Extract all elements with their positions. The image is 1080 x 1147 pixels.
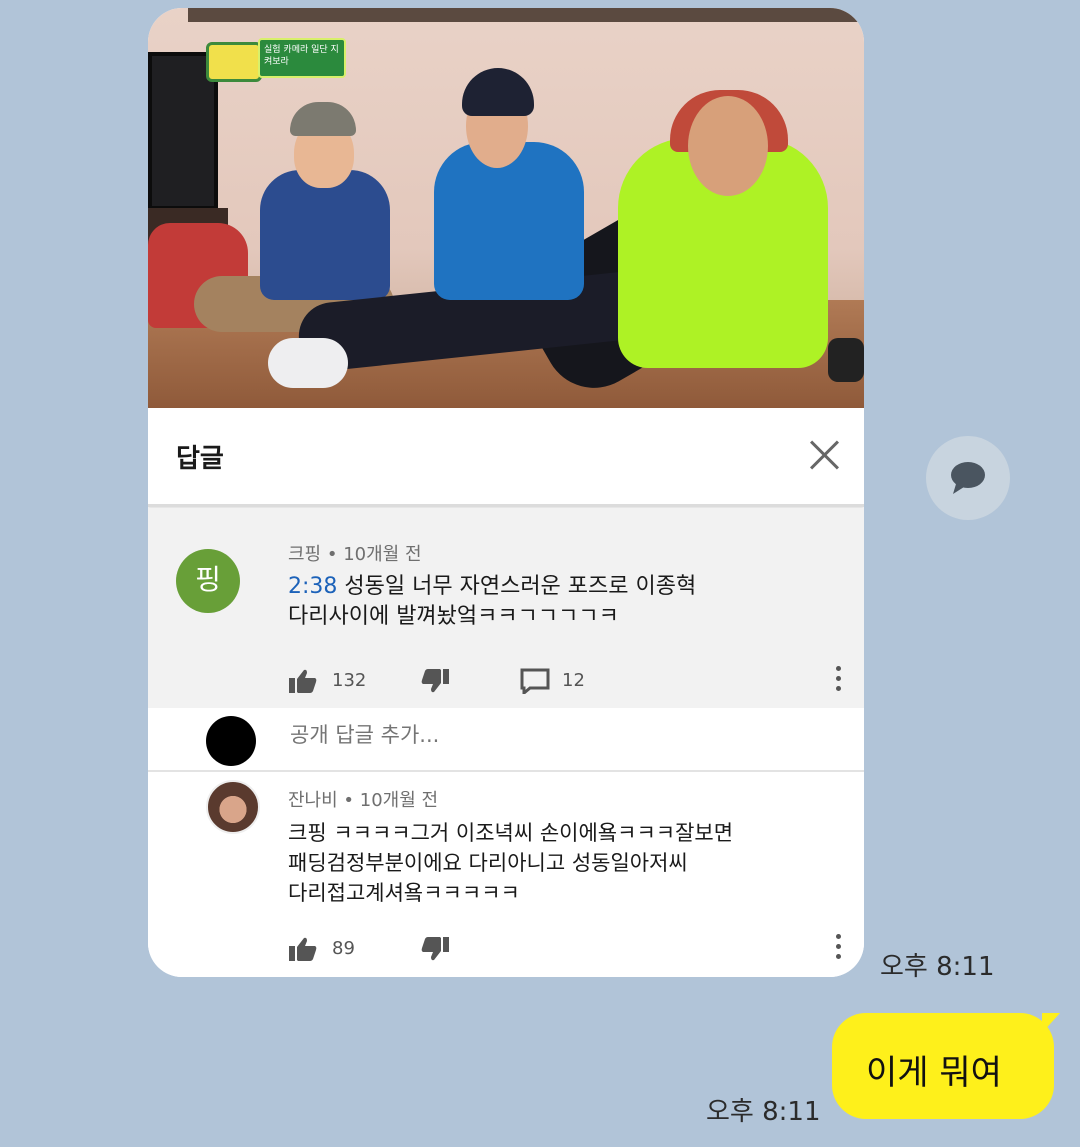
meta-separator: • (343, 790, 360, 811)
avatar (206, 716, 256, 766)
white-socks (268, 338, 348, 388)
comment-actions: 132 12 (288, 666, 848, 698)
message-time: 오후 8:11 (880, 952, 995, 982)
comment-line-1: 성동일 너무 자연스러운 포즈로 이종혁 (344, 574, 697, 599)
comment-age: 10개월 전 (343, 544, 422, 565)
speech-bubble-icon (951, 462, 985, 494)
avatar[interactable]: 핑 (176, 549, 240, 613)
dislike-icon[interactable] (420, 668, 450, 694)
comment-actions: 89 (288, 934, 848, 966)
timestamp-link[interactable]: 2:38 (288, 574, 337, 599)
shoes (828, 338, 864, 382)
like-icon[interactable] (288, 936, 318, 962)
comment-meta: 크핑 • 10개월 전 (288, 540, 422, 566)
video-still: 실험 카메라 일단 지켜보라 (148, 8, 864, 408)
caption-text: 실험 카메라 일단 지켜보라 (264, 45, 339, 67)
comment-age: 10개월 전 (359, 790, 439, 811)
main-comment: 핑 크핑 • 10개월 전 2:38 성동일 너무 자연스러운 포즈로 이종혁 … (148, 508, 864, 708)
avatar[interactable] (206, 780, 260, 834)
more-icon[interactable] (834, 666, 842, 696)
like-count: 89 (332, 938, 355, 959)
close-icon[interactable] (808, 438, 840, 470)
person-middle-hat (462, 68, 534, 116)
more-icon[interactable] (834, 934, 842, 964)
shared-image-message[interactable]: 실험 카메라 일단 지켜보라 답글 핑 크핑 • 10개월 전 2:38 성동일… (148, 8, 864, 977)
reply-icon[interactable] (520, 668, 550, 694)
show-logo (206, 42, 262, 82)
person-right-head (688, 96, 768, 196)
reply-input[interactable] (288, 722, 812, 748)
person-left-cap (290, 102, 356, 136)
my-message-text: 이게 뭐여 (866, 1053, 1002, 1093)
comment-line-1: 크핑 ㅋㅋㅋㅋ그거 이조녁씨 손이에욬ㅋㅋㅋ잘보면 (288, 821, 734, 845)
like-count: 132 (332, 670, 367, 691)
comment-author[interactable]: 크핑 (288, 544, 321, 565)
comment-text: 크핑 ㅋㅋㅋㅋ그거 이조녁씨 손이에욬ㅋㅋㅋ잘보면 패딩검정부분이에요 다리아니… (288, 818, 848, 908)
message-time: 오후 8:11 (706, 1097, 821, 1127)
comment-meta: 잔나비 • 10개월 전 (288, 786, 438, 812)
reply-panel-header: 답글 (148, 408, 864, 507)
my-message-bubble[interactable]: 이게 뭐여 (832, 1013, 1060, 1119)
comment-line-2: 다리사이에 발껴놨엌ㅋㅋㄱㄱㄱㄱㅋ (288, 604, 619, 629)
ceiling-trim (188, 8, 864, 22)
reply-comment: 잔나비 • 10개월 전 크핑 ㅋㅋㅋㅋ그거 이조녁씨 손이에욬ㅋㅋㅋ잘보면 패… (148, 772, 864, 977)
person-left-body (260, 170, 390, 300)
comment-text: 2:38 성동일 너무 자연스러운 포즈로 이종혁 다리사이에 발껴놨엌ㅋㅋㄱㄱ… (288, 572, 848, 632)
comment-line-3: 다리접고계셔욬ㅋㅋㅋㅋㅋ (288, 881, 520, 905)
dislike-icon[interactable] (420, 936, 450, 962)
reply-panel-title: 답글 (176, 444, 224, 474)
share-button[interactable] (926, 436, 1010, 520)
comment-line-2: 패딩검정부분이에요 다리아니고 성동일아저씨 (288, 851, 688, 875)
add-reply-row (148, 708, 864, 772)
like-icon[interactable] (288, 668, 318, 694)
comment-author[interactable]: 잔나비 (288, 790, 338, 811)
reply-count: 12 (562, 670, 585, 691)
meta-separator: • (326, 544, 344, 565)
person-middle-body (434, 142, 584, 300)
